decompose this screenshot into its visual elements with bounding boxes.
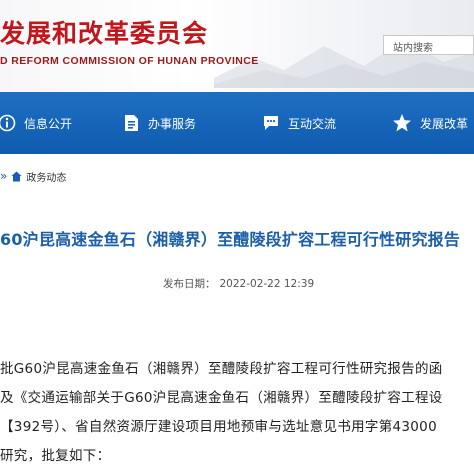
nav-item-development[interactable]: 发展改革 (392, 92, 468, 154)
breadcrumb-separator: » (0, 169, 8, 183)
nav-item-interaction[interactable]: 互动交流 (262, 92, 336, 154)
breadcrumb-item[interactable]: 政务动态 (26, 169, 66, 184)
nav-item-service[interactable]: 办事服务 (122, 92, 196, 154)
article-line: 研究，批复如下： (0, 448, 111, 464)
article-meta: 发布日期： 2022-02-22 12:39 (163, 276, 314, 291)
site-title: 发展和改革委员会 (0, 19, 209, 48)
search-input[interactable]: 站内搜索 (383, 35, 474, 55)
article-line: 【392号）、省自然资源厅建设项目用地预审与选址意见书用字第43000 (0, 419, 437, 435)
home-icon[interactable] (11, 171, 22, 182)
publish-date-label: 发布日期： (163, 278, 216, 290)
main-nav: 信息公开 办事服务 互动交流 发展改革 (0, 92, 474, 154)
site-subtitle: D REFORM COMMISSION OF HUNAN PROVINCE (0, 55, 259, 67)
info-icon (0, 114, 16, 132)
article-line: 批G60沪昆高速金鱼石（湘赣界）至醴陵段扩容工程可行性研究报告的函 (0, 361, 443, 377)
site-header: 发展和改革委员会 D REFORM COMMISSION OF HUNAN PR… (0, 0, 474, 92)
article-line: 及《交通运输部关于G60沪昆高速金鱼石（湘赣界）至醴陵段扩容工程设 (0, 390, 443, 406)
article-title: 60沪昆高速金鱼石（湘赣界）至醴陵段扩容工程可行性研究报告 (0, 230, 461, 249)
nav-label-service: 办事服务 (148, 116, 197, 131)
nav-label-info: 信息公开 (24, 116, 73, 131)
star-icon (393, 114, 411, 132)
publish-date: 2022-02-22 12:39 (219, 278, 315, 290)
chat-icon (264, 116, 278, 130)
document-icon (125, 115, 138, 131)
nav-label-interaction: 互动交流 (288, 116, 337, 131)
breadcrumb: » 政务动态 (0, 166, 66, 186)
nav-label-development: 发展改革 (420, 116, 469, 131)
nav-item-info[interactable]: 信息公开 (0, 92, 72, 154)
